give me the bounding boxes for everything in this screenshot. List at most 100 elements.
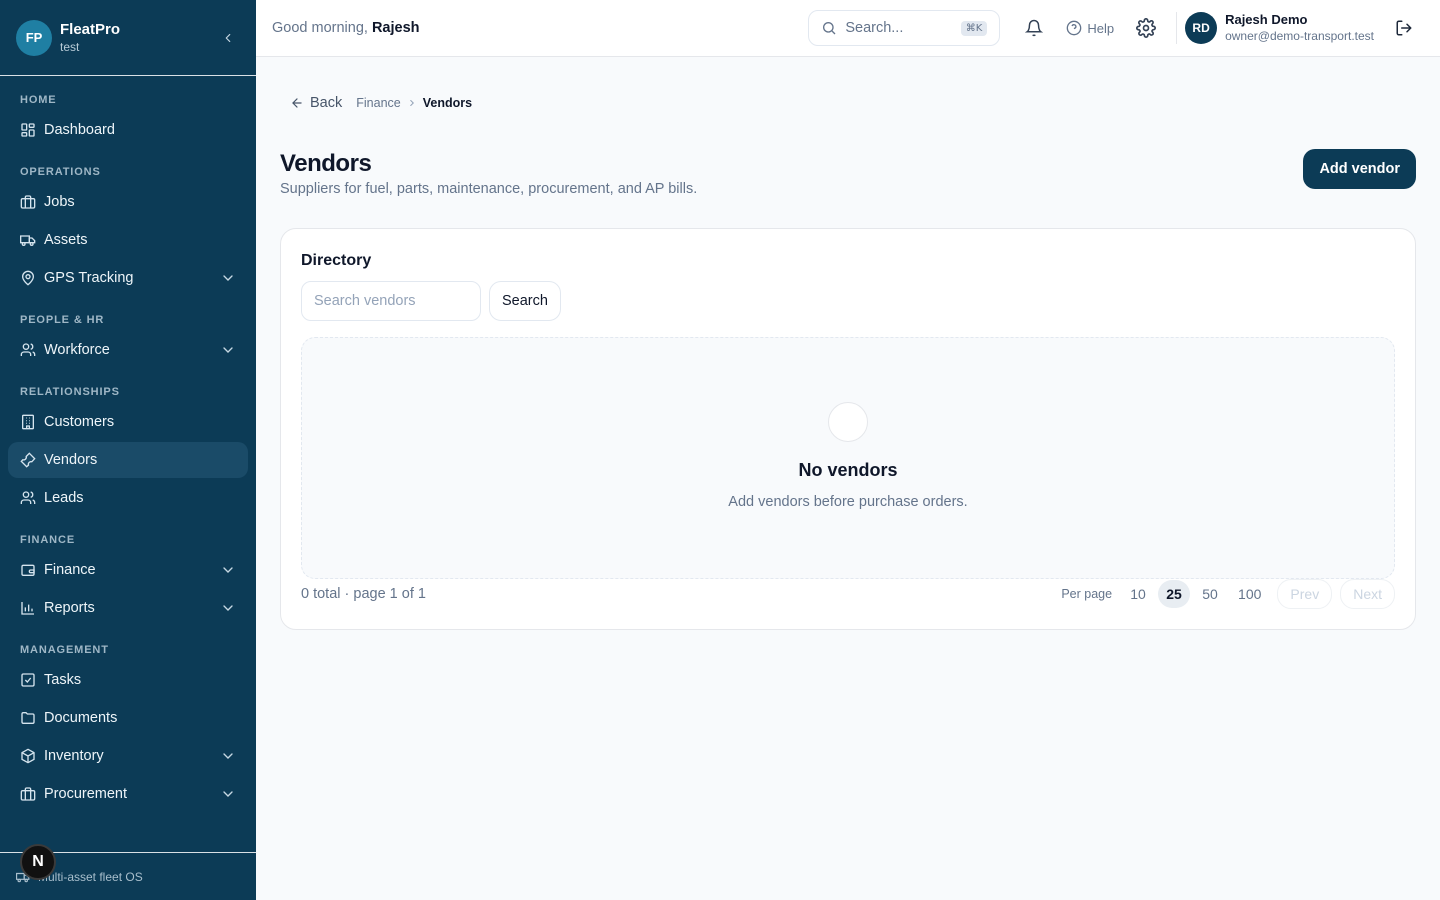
empty-state-subtitle: Add vendors before purchase orders. (728, 494, 968, 510)
sidebar-item-documents[interactable]: Documents (8, 700, 248, 736)
arrow-left-icon (292, 98, 302, 108)
dev-tools-badge[interactable]: N (20, 844, 56, 880)
package-icon (20, 748, 36, 764)
sidebar-item-workforce[interactable]: Workforce (8, 332, 248, 368)
page-header: Vendors Suppliers for fuel, parts, maint… (280, 149, 1416, 203)
add-vendor-button[interactable]: Add vendor (1303, 149, 1416, 189)
chevron-right-icon (409, 99, 414, 107)
help-label: Help (1087, 20, 1115, 36)
briefcase-icon (20, 786, 36, 802)
nav-section-relationships: RELATIONSHIPS (20, 386, 120, 398)
avatar: RD (1185, 12, 1218, 44)
chevron-down-icon (223, 791, 233, 797)
wallet-icon (20, 562, 36, 578)
sidebar-item-label: Vendors (44, 452, 98, 468)
prev-page-button[interactable]: Prev (1277, 579, 1333, 609)
collapse-sidebar-button[interactable] (216, 26, 240, 50)
sidebar-tagline: Multi-asset fleet OS (38, 869, 143, 884)
sidebar-item-label: Assets (44, 232, 88, 248)
per-page-25[interactable]: 25 (1158, 580, 1191, 608)
greeting-name: Rajesh (371, 20, 420, 36)
global-search[interactable]: Search... ⌘K (808, 10, 1001, 46)
dashboard-icon (20, 122, 36, 138)
next-page-button[interactable]: Next (1340, 579, 1395, 609)
sidebar-item-gps-tracking[interactable]: GPS Tracking (8, 260, 248, 296)
sidebar-nav: HOME Dashboard OPERATIONS Jobs Assets GP… (0, 76, 256, 812)
folder-icon (20, 710, 36, 726)
sidebar-item-label: Workforce (44, 342, 110, 358)
nav-section-management: MANAGEMENT (20, 644, 109, 656)
per-page-10[interactable]: 10 (1122, 580, 1154, 608)
search-button[interactable]: Search (489, 281, 561, 321)
main-content: Back Finance Vendors Vendors Suppliers f… (280, 57, 1416, 630)
chevron-down-icon (223, 275, 233, 281)
briefcase-icon (20, 194, 36, 210)
chevron-down-icon (223, 753, 233, 759)
sidebar-item-tasks[interactable]: Tasks (8, 662, 248, 698)
logout-icon (1396, 20, 1412, 36)
sidebar-item-label: Customers (44, 414, 115, 430)
nav-section-finance: FINANCE (20, 534, 76, 546)
sidebar-item-jobs[interactable]: Jobs (8, 184, 248, 220)
chevron-down-icon (223, 347, 233, 353)
pagination: 0 total · page 1 of 1 Per page 10 25 50 … (301, 579, 1395, 609)
sidebar-item-label: Tasks (44, 672, 82, 688)
per-page-50[interactable]: 50 (1194, 580, 1226, 608)
building-icon (20, 414, 36, 430)
page-title: Vendors (280, 150, 372, 177)
sidebar-item-vendors[interactable]: Vendors (8, 442, 248, 478)
sidebar-item-label: Reports (44, 600, 95, 616)
user-menu[interactable]: RD Rajesh Demo owner@demo-transport.test (1185, 12, 1374, 44)
brand-logo: FP (16, 19, 52, 56)
header-divider (1176, 12, 1178, 44)
page-subtitle: Suppliers for fuel, parts, maintenance, … (280, 181, 698, 197)
breadcrumb-current: Vendors (422, 96, 473, 110)
directory-title: Directory (301, 252, 372, 269)
sidebar-item-dashboard[interactable]: Dashboard (8, 112, 248, 148)
user-name: Rajesh Demo (1225, 12, 1308, 27)
greeting-prefix: Good morning, (272, 20, 368, 36)
sidebar-item-leads[interactable]: Leads (8, 480, 248, 516)
nav-section-home: HOME (20, 94, 57, 106)
top-header: Good morning, Rajesh Search... ⌘K Help R… (256, 0, 1440, 57)
search-icon (823, 22, 836, 35)
sidebar-item-label: Procurement (44, 786, 128, 802)
bar-chart-icon (20, 600, 36, 616)
gear-icon (1136, 18, 1156, 38)
per-page-100[interactable]: 100 (1230, 580, 1269, 608)
sidebar-item-reports[interactable]: Reports (8, 590, 248, 626)
breadcrumb: Back Finance Vendors (280, 93, 1416, 113)
nav-section-operations: OPERATIONS (20, 166, 101, 178)
sidebar-item-finance[interactable]: Finance (8, 552, 248, 588)
users-icon (20, 342, 36, 358)
brand: FP FleatPro test (0, 0, 256, 76)
sidebar-item-label: Finance (44, 562, 96, 578)
help-circle-icon (1066, 20, 1082, 36)
greeting: Good morning, Rajesh (272, 20, 420, 36)
users-icon (20, 490, 36, 506)
chevron-left-icon (225, 33, 231, 42)
help-button[interactable]: Help (1066, 20, 1114, 36)
pagination-summary: 0 total · page 1 of 1 (301, 586, 426, 602)
vendor-search-input[interactable] (301, 281, 481, 321)
back-button[interactable]: Back (290, 95, 342, 111)
sidebar-item-customers[interactable]: Customers (8, 404, 248, 440)
sidebar-item-label: GPS Tracking (44, 270, 134, 286)
sidebar: FP FleatPro test HOME Dashboard OPERATIO… (0, 0, 256, 900)
chevron-down-icon (223, 605, 233, 611)
directory-card: Directory Search No vendors Add vendors … (280, 228, 1416, 630)
directory-filters: Search (301, 281, 1395, 321)
settings-button[interactable] (1128, 10, 1164, 46)
sidebar-item-assets[interactable]: Assets (8, 222, 248, 258)
logout-button[interactable] (1392, 16, 1416, 40)
brand-name: FleatPro (60, 20, 121, 38)
sidebar-item-inventory[interactable]: Inventory (8, 738, 248, 774)
map-pin-icon (20, 270, 36, 286)
sidebar-item-procurement[interactable]: Procurement (8, 776, 248, 812)
empty-state-icon (828, 402, 868, 442)
breadcrumb-finance[interactable]: Finance (356, 96, 400, 110)
sidebar-item-label: Dashboard (44, 122, 115, 138)
nav-section-people: PEOPLE & HR (20, 314, 105, 326)
empty-state-title: No vendors (798, 460, 898, 480)
notifications-button[interactable] (1016, 10, 1052, 46)
